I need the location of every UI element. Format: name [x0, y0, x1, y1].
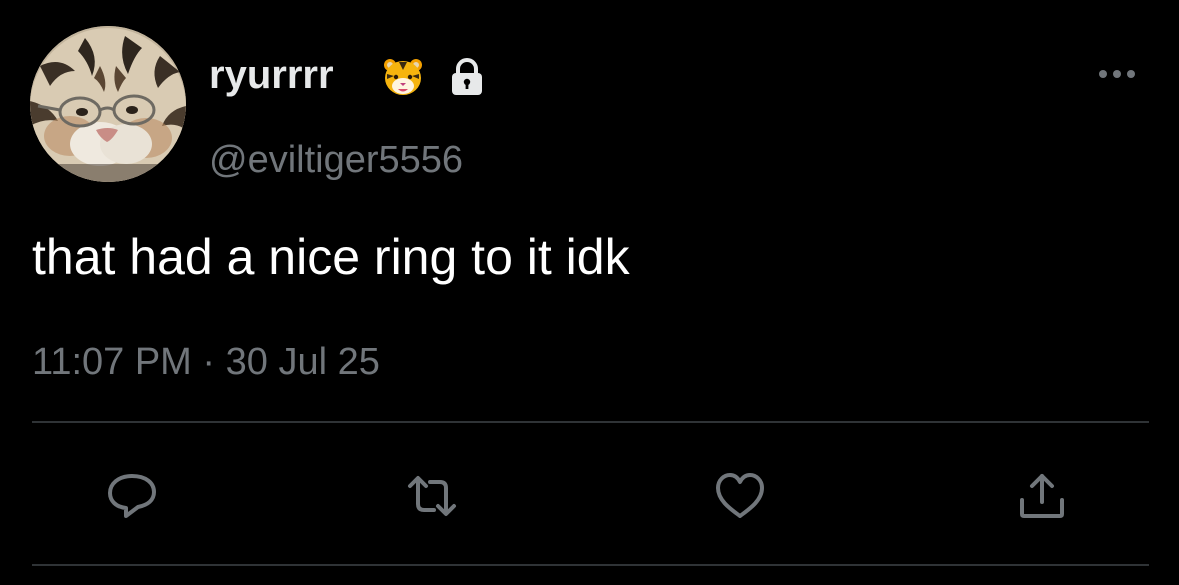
avatar-image	[30, 26, 186, 182]
retweet-button[interactable]	[404, 468, 460, 524]
reply-icon	[108, 474, 156, 518]
tweet-timestamp[interactable]: 11:07 PM · 30 Jul 25	[32, 340, 380, 384]
tweet-date: 30 Jul 25	[225, 341, 380, 383]
tiger-face-emoji-icon	[382, 56, 424, 98]
tweet-time: 11:07 PM	[32, 341, 192, 383]
timestamp-separator: ·	[202, 341, 216, 383]
display-name[interactable]: ryurrrr	[209, 52, 334, 98]
retweet-icon	[408, 476, 456, 516]
divider	[32, 421, 1149, 423]
share-icon	[1020, 474, 1064, 518]
tweet-text: that had a nice ring to it idk	[32, 229, 630, 285]
divider	[32, 564, 1149, 566]
user-handle[interactable]: @eviltiger5556	[209, 138, 463, 182]
share-button[interactable]	[1014, 468, 1070, 524]
more-options-icon[interactable]	[1097, 66, 1137, 82]
reply-button[interactable]	[104, 468, 160, 524]
like-button[interactable]	[712, 468, 768, 524]
tweet: ryurrrr @eviltiger5556 that had a nice r…	[0, 0, 1179, 585]
like-icon	[716, 473, 764, 518]
avatar[interactable]	[30, 26, 186, 182]
lock-icon	[446, 56, 488, 98]
